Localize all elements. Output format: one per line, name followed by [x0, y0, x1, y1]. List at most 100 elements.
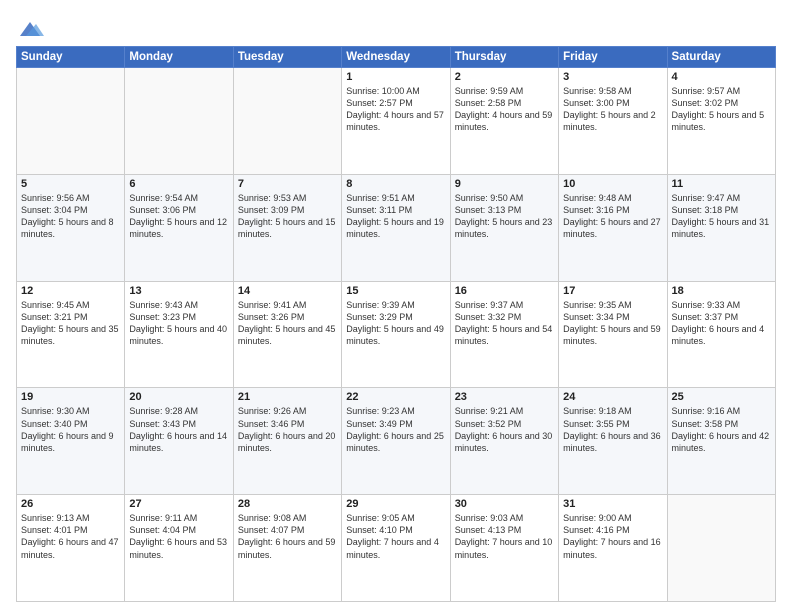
day-number: 9 — [455, 178, 554, 190]
header — [16, 10, 776, 42]
day-info: Sunrise: 9:50 AM Sunset: 3:13 PM Dayligh… — [455, 192, 554, 241]
day-info: Sunrise: 9:18 AM Sunset: 3:55 PM Dayligh… — [563, 405, 662, 454]
day-number: 2 — [455, 71, 554, 83]
day-cell: 14Sunrise: 9:41 AM Sunset: 3:26 PM Dayli… — [233, 281, 341, 388]
day-info: Sunrise: 9:43 AM Sunset: 3:23 PM Dayligh… — [129, 299, 228, 348]
day-info: Sunrise: 9:45 AM Sunset: 3:21 PM Dayligh… — [21, 299, 120, 348]
week-row-4: 26 Sunrise: 9:13 AM Sunset: 4:01 PM Dayli… — [17, 495, 776, 602]
day-cell: 20Sunrise: 9:28 AM Sunset: 3:43 PM Dayli… — [125, 388, 233, 495]
day-number: 12 — [21, 285, 120, 297]
logo-icon — [16, 14, 44, 42]
day-info: Sunrise: 9:54 AM Sunset: 3:06 PM Dayligh… — [129, 192, 228, 241]
calendar: SundayMondayTuesdayWednesdayThursdayFrid… — [16, 46, 776, 602]
day-cell — [233, 68, 341, 175]
logo — [16, 14, 47, 42]
day-number: 31 — [563, 498, 662, 510]
day-number: 18 — [672, 285, 771, 297]
day-number: 15 — [346, 285, 445, 297]
day-info: Sunrise: 9:11 AM Sunset: 4:04 PM Dayligh… — [129, 512, 228, 561]
day-cell: 29 Sunrise: 9:05 AM Sunset: 4:10 PM Dayli… — [342, 495, 450, 602]
day-cell: 6Sunrise: 9:54 AM Sunset: 3:06 PM Daylig… — [125, 174, 233, 281]
day-number: 3 — [563, 71, 662, 83]
day-info: Sunrise: 9:16 AM Sunset: 3:58 PM Dayligh… — [672, 405, 771, 454]
day-cell: 27Sunrise: 9:11 AM Sunset: 4:04 PM Dayli… — [125, 495, 233, 602]
weekday-header-sunday: Sunday — [17, 47, 125, 68]
day-info: Sunrise: 9:08 AM Sunset: 4:07 PM Dayligh… — [238, 512, 337, 561]
day-info: Sunrise: 9:13 AM Sunset: 4:01 PM Dayligh… — [21, 512, 120, 561]
day-number: 4 — [672, 71, 771, 83]
day-info: Sunrise: 9:59 AM Sunset: 2:58 PM Dayligh… — [455, 85, 554, 134]
weekday-header-monday: Monday — [125, 47, 233, 68]
day-number: 10 — [563, 178, 662, 190]
day-cell: 25 Sunrise: 9:16 AM Sunset: 3:58 PM Dayli… — [667, 388, 775, 495]
day-cell: 9 Sunrise: 9:50 AM Sunset: 3:13 PM Daylig… — [450, 174, 558, 281]
day-cell: 5 Sunrise: 9:56 AM Sunset: 3:04 PM Daylig… — [17, 174, 125, 281]
day-cell: 24 Sunrise: 9:18 AM Sunset: 3:55 PM Dayli… — [559, 388, 667, 495]
day-info: Sunrise: 9:48 AM Sunset: 3:16 PM Dayligh… — [563, 192, 662, 241]
day-number: 1 — [346, 71, 445, 83]
day-info: Sunrise: 9:26 AM Sunset: 3:46 PM Dayligh… — [238, 405, 337, 454]
day-info: Sunrise: 9:00 AM Sunset: 4:16 PM Dayligh… — [563, 512, 662, 561]
day-number: 24 — [563, 391, 662, 403]
weekday-header-wednesday: Wednesday — [342, 47, 450, 68]
day-cell — [667, 495, 775, 602]
day-info: Sunrise: 9:51 AM Sunset: 3:11 PM Dayligh… — [346, 192, 445, 241]
day-number: 17 — [563, 285, 662, 297]
day-cell — [17, 68, 125, 175]
day-cell: 10 Sunrise: 9:48 AM Sunset: 3:16 PM Dayli… — [559, 174, 667, 281]
day-info: Sunrise: 9:53 AM Sunset: 3:09 PM Dayligh… — [238, 192, 337, 241]
day-number: 5 — [21, 178, 120, 190]
day-cell: 12 Sunrise: 9:45 AM Sunset: 3:21 PM Dayli… — [17, 281, 125, 388]
day-info: Sunrise: 9:57 AM Sunset: 3:02 PM Dayligh… — [672, 85, 771, 134]
day-cell: 15 Sunrise: 9:39 AM Sunset: 3:29 PM Dayli… — [342, 281, 450, 388]
day-info: Sunrise: 9:21 AM Sunset: 3:52 PM Dayligh… — [455, 405, 554, 454]
day-info: Sunrise: 9:47 AM Sunset: 3:18 PM Dayligh… — [672, 192, 771, 241]
day-info: Sunrise: 9:30 AM Sunset: 3:40 PM Dayligh… — [21, 405, 120, 454]
day-info: Sunrise: 9:23 AM Sunset: 3:49 PM Dayligh… — [346, 405, 445, 454]
day-cell: 7 Sunrise: 9:53 AM Sunset: 3:09 PM Daylig… — [233, 174, 341, 281]
day-number: 28 — [238, 498, 337, 510]
day-cell: 17 Sunrise: 9:35 AM Sunset: 3:34 PM Dayli… — [559, 281, 667, 388]
day-number: 25 — [672, 391, 771, 403]
day-info: Sunrise: 9:33 AM Sunset: 3:37 PM Dayligh… — [672, 299, 771, 348]
day-info: Sunrise: 9:05 AM Sunset: 4:10 PM Dayligh… — [346, 512, 445, 561]
day-info: Sunrise: 9:37 AM Sunset: 3:32 PM Dayligh… — [455, 299, 554, 348]
weekday-header-row: SundayMondayTuesdayWednesdayThursdayFrid… — [17, 47, 776, 68]
day-info: Sunrise: 10:00 AM Sunset: 2:57 PM Daylig… — [346, 85, 445, 134]
day-number: 13 — [129, 285, 228, 297]
day-number: 20 — [129, 391, 228, 403]
day-info: Sunrise: 9:41 AM Sunset: 3:26 PM Dayligh… — [238, 299, 337, 348]
day-cell: 22 Sunrise: 9:23 AM Sunset: 3:49 PM Dayli… — [342, 388, 450, 495]
day-number: 26 — [21, 498, 120, 510]
day-info: Sunrise: 9:56 AM Sunset: 3:04 PM Dayligh… — [21, 192, 120, 241]
week-row-3: 19 Sunrise: 9:30 AM Sunset: 3:40 PM Dayli… — [17, 388, 776, 495]
day-cell: 28 Sunrise: 9:08 AM Sunset: 4:07 PM Dayli… — [233, 495, 341, 602]
day-cell: 16 Sunrise: 9:37 AM Sunset: 3:32 PM Dayli… — [450, 281, 558, 388]
day-number: 21 — [238, 391, 337, 403]
day-number: 29 — [346, 498, 445, 510]
weekday-header-saturday: Saturday — [667, 47, 775, 68]
day-number: 30 — [455, 498, 554, 510]
day-number: 16 — [455, 285, 554, 297]
day-number: 22 — [346, 391, 445, 403]
day-number: 11 — [672, 178, 771, 190]
day-cell: 2 Sunrise: 9:59 AM Sunset: 2:58 PM Daylig… — [450, 68, 558, 175]
day-cell: 11 Sunrise: 9:47 AM Sunset: 3:18 PM Dayli… — [667, 174, 775, 281]
day-number: 19 — [21, 391, 120, 403]
day-cell: 8Sunrise: 9:51 AM Sunset: 3:11 PM Daylig… — [342, 174, 450, 281]
day-cell: 23Sunrise: 9:21 AM Sunset: 3:52 PM Dayli… — [450, 388, 558, 495]
weekday-header-thursday: Thursday — [450, 47, 558, 68]
day-cell: 3 Sunrise: 9:58 AM Sunset: 3:00 PM Daylig… — [559, 68, 667, 175]
day-cell: 1 Sunrise: 10:00 AM Sunset: 2:57 PM Dayli… — [342, 68, 450, 175]
day-info: Sunrise: 9:58 AM Sunset: 3:00 PM Dayligh… — [563, 85, 662, 134]
week-row-2: 12 Sunrise: 9:45 AM Sunset: 3:21 PM Dayli… — [17, 281, 776, 388]
day-cell: 26 Sunrise: 9:13 AM Sunset: 4:01 PM Dayli… — [17, 495, 125, 602]
day-info: Sunrise: 9:39 AM Sunset: 3:29 PM Dayligh… — [346, 299, 445, 348]
day-cell: 19 Sunrise: 9:30 AM Sunset: 3:40 PM Dayli… — [17, 388, 125, 495]
day-info: Sunrise: 9:35 AM Sunset: 3:34 PM Dayligh… — [563, 299, 662, 348]
day-cell: 18 Sunrise: 9:33 AM Sunset: 3:37 PM Dayli… — [667, 281, 775, 388]
day-cell: 4 Sunrise: 9:57 AM Sunset: 3:02 PM Daylig… — [667, 68, 775, 175]
day-cell — [125, 68, 233, 175]
day-number: 7 — [238, 178, 337, 190]
day-cell: 30Sunrise: 9:03 AM Sunset: 4:13 PM Dayli… — [450, 495, 558, 602]
